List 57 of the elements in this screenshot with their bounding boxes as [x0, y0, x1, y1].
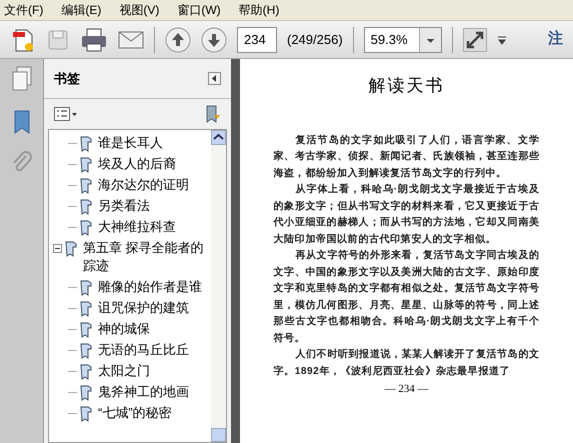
bookmark-icon — [80, 342, 92, 358]
menu-item[interactable]: 窗口(W) — [177, 1, 221, 19]
bookmark-item[interactable]: 埃及人的后裔 — [95, 154, 176, 172]
page-number-field[interactable]: 234 — [237, 26, 277, 52]
bookmark-item[interactable]: 雕像的始作者是谁 — [95, 278, 202, 296]
paragraph: 复活节岛的文字如此吸引了人们，语言学家、文学家、考古学家、侦探、新闻记者、氏族领袖，甚至连那些海盗，都纷纷加入到解读复活节岛文字的行列中。 — [274, 133, 540, 180]
bookmark-icon — [80, 178, 92, 194]
options-menu-icon[interactable] — [54, 107, 78, 121]
bookmark-icon — [80, 406, 92, 422]
bookmark-item[interactable]: 第五章 探寻全能者的踪迹 — [80, 238, 211, 274]
caret-icon[interactable] — [496, 34, 507, 44]
caret-icon — [418, 28, 441, 52]
pages-icon[interactable] — [10, 65, 34, 93]
scroll-thumb[interactable] — [211, 428, 226, 442]
bookmark-item[interactable]: 诅咒保护的建筑 — [95, 298, 189, 316]
bookmark-item[interactable]: 鬼斧神工的地画 — [95, 382, 189, 400]
bookmark-icon[interactable] — [12, 109, 32, 135]
panel-title: 书签 — [54, 70, 80, 88]
menu-item[interactable]: 帮助(H) — [238, 1, 280, 19]
paragraph: 人们不时听到报道说，某某人解读开了复活节岛的文字。1892年，《波利尼西亚社会》杂志最早报道了 — [274, 348, 540, 378]
menu-item[interactable]: 视图(V) — [119, 1, 160, 19]
bookmark-item[interactable]: 无语的马丘比丘 — [95, 340, 189, 358]
page-count: (249/256) — [287, 30, 343, 49]
scrollbar[interactable] — [211, 130, 226, 442]
email-icon[interactable] — [118, 30, 144, 48]
bookmark-item[interactable]: 大神维拉科查 — [95, 218, 176, 236]
bookmark-icon — [80, 198, 92, 214]
bookmark-icon — [80, 322, 92, 338]
paragraph: 再从文字符号的外形来看，复活节岛文字同古埃及的文字、中国的象形文字以及美洲大陆的古文字、原始印度文字和克里特岛的文字都有相似之处。复活节岛文字符号里，模仿几何图形、月亮、星星、山脉等的符号，同上述那些古文字也都相吻合。科哈乌·朗戈朗戈文字上有千个符号。 — [274, 248, 540, 346]
bookmark-icon — [80, 156, 92, 172]
expand-arrows-icon[interactable] — [462, 28, 487, 52]
menu-item[interactable]: 编辑(E) — [61, 1, 102, 19]
zoom-dropdown[interactable]: 59.3% — [364, 26, 442, 52]
bookmark-item[interactable]: 太阳之门 — [95, 362, 150, 380]
menu-item[interactable]: 文件(F) — [4, 1, 44, 19]
bookmark-item[interactable]: 另类看法 — [95, 196, 150, 214]
bookmark-item[interactable]: 海尔达尔的证明 — [95, 176, 189, 194]
toolbar-label[interactable]: 注 — [548, 28, 563, 51]
create-document-icon[interactable] — [10, 26, 36, 52]
document-title: 解读天书 — [368, 75, 444, 97]
bookmark-icon — [80, 280, 92, 296]
collapse-button[interactable] — [208, 72, 221, 85]
collapse-icon[interactable] — [53, 244, 62, 252]
print-icon[interactable] — [80, 26, 108, 52]
bookmark-icon — [80, 220, 92, 236]
paragraph: 从字体上看，科哈乌·朗戈朗戈文字最接近于古埃及的象形文字；但从书写文字的材料来看，它又更接近于古代小亚细亚的赫梯人；而从书写的方法地，它却又同南美大陆印加帝国以前的古代印第安人的文字相似。 — [274, 182, 540, 246]
bookmark-item[interactable]: 神的城保 — [95, 320, 150, 338]
bookmark-icon — [80, 364, 92, 380]
bookmark-search-icon[interactable] — [205, 105, 221, 123]
bookmark-icon — [80, 300, 92, 316]
bookmark-icon — [65, 240, 77, 256]
bookmark-icon — [80, 384, 92, 400]
scroll-up-icon[interactable] — [211, 130, 226, 145]
bookmark-item[interactable]: “七城”的秘密 — [95, 404, 172, 422]
page-footer: — 234 — — [384, 381, 428, 398]
bookmark-item[interactable]: 谁是长耳人 — [95, 134, 163, 152]
bookmark-icon — [80, 136, 92, 152]
